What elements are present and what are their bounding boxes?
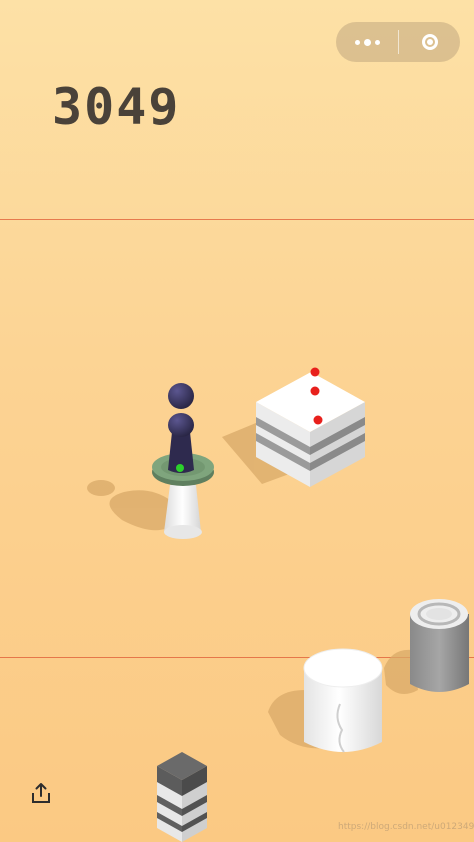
- green-dot: [176, 464, 184, 472]
- watermark-text: https://blog.csdn.net/u012349: [338, 822, 474, 832]
- gray-cylinder-platform: [410, 599, 469, 692]
- game-scene[interactable]: [0, 0, 474, 842]
- player-piece: [168, 383, 194, 473]
- white-cylinder-platform: [303, 648, 383, 753]
- dark-striped-box-platform: [157, 752, 207, 842]
- share-icon[interactable]: [28, 780, 54, 806]
